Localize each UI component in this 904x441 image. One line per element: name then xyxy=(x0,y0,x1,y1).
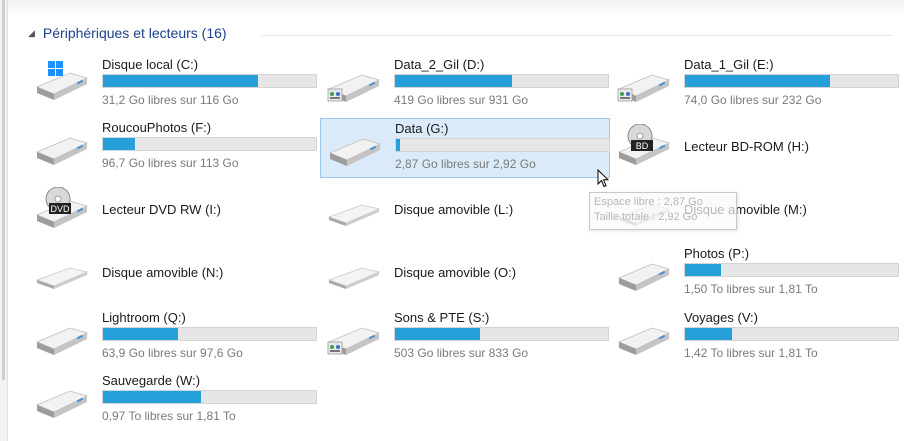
svg-text:BD: BD xyxy=(636,141,649,151)
drive-name: Sauvegarde (W:) xyxy=(102,373,201,388)
drive-usage-bar xyxy=(394,327,609,341)
dvd-rw-icon: DVD xyxy=(34,186,90,236)
drive-name: Data_1_Gil (E:) xyxy=(684,57,774,72)
drive-tile[interactable]: Data (G:) 2,87 Go libres sur 2,92 Go xyxy=(320,118,610,178)
drive-tile[interactable]: Disque amovible (L:) xyxy=(320,181,610,241)
group-header-devices[interactable]: ◢ Périphériques et lecteurs (16) xyxy=(28,25,227,41)
drive-free-space: 96,7 Go libres sur 113 Go xyxy=(102,156,239,170)
drive-free-space: 63,9 Go libres sur 97,6 Go xyxy=(102,346,243,360)
drive-usage-bar xyxy=(102,74,317,88)
drive-tile[interactable]: Photos (P:) 1,50 To libres sur 1,81 To xyxy=(610,244,900,304)
drive-tile[interactable]: Disque amovible (N:) xyxy=(28,244,318,304)
drive-icon xyxy=(34,383,90,428)
drive-usage-bar xyxy=(394,74,609,88)
drive-name: Disque amovible (N:) xyxy=(102,265,224,280)
drive-icon xyxy=(34,130,90,175)
vertical-scrollbar[interactable] xyxy=(0,0,8,441)
drive-name: Lecteur BD-ROM (H:) xyxy=(684,139,809,154)
bd-rom-icon: BD xyxy=(616,123,672,173)
mouse-cursor-icon xyxy=(597,169,609,188)
removable-drive-icon xyxy=(326,256,382,301)
drive-usage-fill xyxy=(395,328,481,340)
drive-usage-fill xyxy=(685,328,732,340)
drive-tile[interactable]: Data_1_Gil (E:) 74,0 Go libres sur 232 Go xyxy=(610,55,900,115)
drive-usage-bar xyxy=(102,137,317,151)
drive-name: Disque local (C:) xyxy=(102,57,199,72)
scrollbar-thumb[interactable] xyxy=(2,0,5,380)
tooltip-free-space: Espace libre : 2,87 Go xyxy=(594,196,703,208)
group-separator xyxy=(262,35,892,36)
removable-drive-icon xyxy=(34,256,90,301)
shared-drive-icon xyxy=(326,320,382,365)
drive-free-space: 1,50 To libres sur 1,81 To xyxy=(684,282,818,296)
drive-tile[interactable]: Lightroom (Q:) 63,9 Go libres sur 97,6 Go xyxy=(28,308,318,368)
drive-usage-bar xyxy=(102,390,317,404)
drive-tile[interactable]: Sauvegarde (W:) 0,97 To libres sur 1,81 T… xyxy=(28,371,318,431)
drive-free-space: 503 Go libres sur 833 Go xyxy=(394,346,529,360)
top-divider xyxy=(8,0,904,14)
drive-name: Voyages (V:) xyxy=(684,310,758,325)
drive-tile[interactable]: DVD Lecteur DVD RW (I:) xyxy=(28,181,318,241)
drive-usage-fill xyxy=(396,139,401,151)
drive-free-space: 2,87 Go libres sur 2,92 Go xyxy=(395,157,536,171)
drive-usage-fill xyxy=(685,75,830,87)
drive-tile[interactable]: Sons & PTE (S:) 503 Go libres sur 833 Go xyxy=(320,308,610,368)
drive-free-space: 0,97 To libres sur 1,81 To xyxy=(102,409,236,423)
windows-drive-icon xyxy=(34,61,90,110)
drive-icon xyxy=(616,320,672,365)
drive-name: RoucouPhotos (F:) xyxy=(102,120,212,135)
drive-usage-bar xyxy=(395,138,610,152)
drive-name: Sons & PTE (S:) xyxy=(394,310,490,325)
drive-tile[interactable]: Data_2_Gil (D:) 419 Go libres sur 931 Go xyxy=(320,55,610,115)
drive-usage-fill xyxy=(103,391,201,403)
drive-usage-fill xyxy=(103,75,259,87)
group-title: Périphériques et lecteurs (16) xyxy=(42,25,227,41)
drive-tile[interactable]: Disque local (C:) 31,2 Go libres sur 116 … xyxy=(28,55,318,115)
drive-usage-fill xyxy=(395,75,513,87)
drive-usage-bar xyxy=(102,327,317,341)
drive-name: Disque amovible (O:) xyxy=(394,265,517,280)
drive-usage-bar xyxy=(684,327,899,341)
svg-text:DVD: DVD xyxy=(50,204,70,214)
drive-free-space: 74,0 Go libres sur 232 Go xyxy=(684,93,822,107)
drive-icon xyxy=(34,320,90,365)
drive-name: Disque amovible (L:) xyxy=(394,202,514,217)
shared-drive-icon xyxy=(616,67,672,112)
drive-usage-bar xyxy=(684,263,899,277)
shared-drive-icon xyxy=(326,67,382,112)
drive-free-space: 31,2 Go libres sur 116 Go xyxy=(102,93,239,107)
collapse-triangle-icon[interactable]: ◢ xyxy=(28,28,35,39)
drive-usage-fill xyxy=(103,328,178,340)
drive-free-space: 419 Go libres sur 931 Go xyxy=(394,93,529,107)
drive-name: Lecteur DVD RW (I:) xyxy=(102,202,221,217)
drive-icon xyxy=(327,131,383,176)
drive-tile[interactable]: Disque amovible (O:) xyxy=(320,244,610,304)
drive-free-space: 1,42 To libres sur 1,81 To xyxy=(684,346,818,360)
drive-icon xyxy=(616,256,672,301)
removable-drive-icon xyxy=(326,193,382,238)
drive-usage-fill xyxy=(685,264,722,276)
drive-tile[interactable]: RoucouPhotos (F:) 96,7 Go libres sur 113 … xyxy=(28,118,318,178)
drive-tooltip: Espace libre : 2,87 Go Taille totale : 2… xyxy=(589,192,737,230)
drive-name: Data_2_Gil (D:) xyxy=(394,57,485,72)
drive-usage-bar xyxy=(684,74,899,88)
drive-tile[interactable]: Voyages (V:) 1,42 To libres sur 1,81 To xyxy=(610,308,900,368)
tooltip-total-size: Taille totale : 2,92 Go xyxy=(594,211,698,223)
drive-name: Data (G:) xyxy=(395,121,449,136)
drive-name: Lightroom (Q:) xyxy=(102,310,186,325)
drive-usage-fill xyxy=(103,138,135,150)
drive-name: Photos (P:) xyxy=(684,246,750,261)
drive-tile[interactable]: BD Lecteur BD-ROM (H:) xyxy=(610,118,900,178)
